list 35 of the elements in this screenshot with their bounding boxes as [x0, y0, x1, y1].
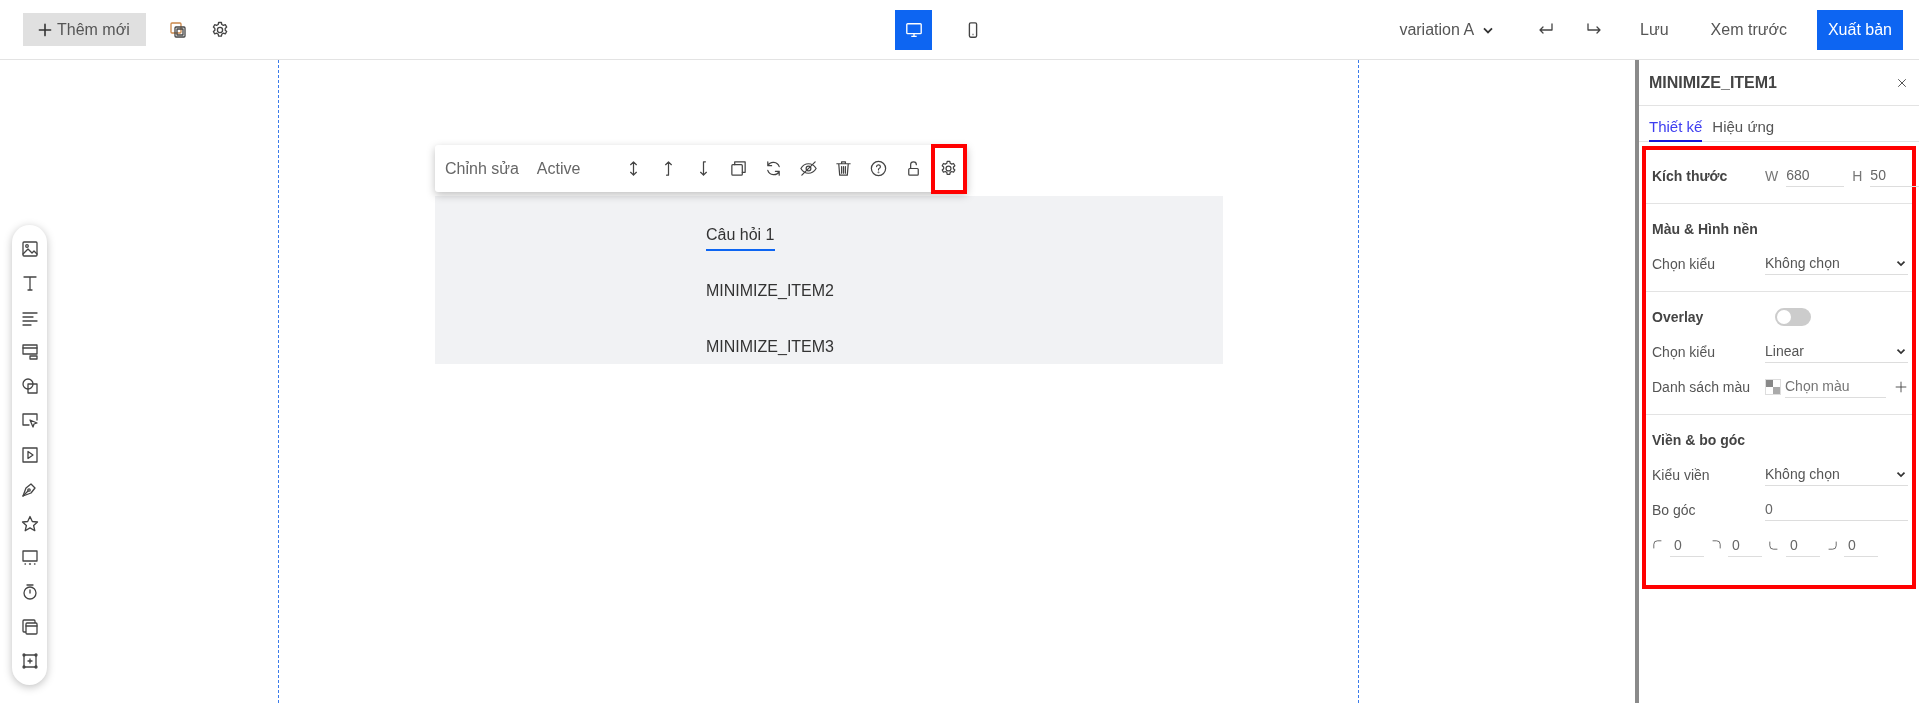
edit-button[interactable]: Chỉnh sửa	[445, 159, 527, 178]
field-label: Danh sách màu	[1652, 378, 1752, 395]
border-style-dropdown[interactable]: Không chọn	[1765, 463, 1908, 486]
corner-radius-field[interactable]: 0	[1728, 533, 1762, 557]
corner-radius-field[interactable]: 0	[1844, 533, 1878, 557]
width-label: W	[1765, 167, 1779, 184]
width-field[interactable]: 680	[1786, 164, 1845, 187]
save-button[interactable]: Lưu	[1634, 19, 1675, 40]
panel-tab[interactable]: Hiệu ứng	[1712, 116, 1775, 142]
publish-button[interactable]: Xuất bản	[1816, 9, 1903, 50]
state-button[interactable]: Active	[536, 159, 589, 178]
form-item-text[interactable]: MINIMIZE_ITEM2	[706, 283, 834, 299]
form-item-text[interactable]: Câu hỏi 1	[706, 227, 775, 251]
field-label: Bo góc	[1652, 501, 1697, 518]
corner-radius-field[interactable]: 0	[1786, 533, 1820, 557]
style-dropdown[interactable]: Linear	[1765, 340, 1908, 363]
variation-dropdown[interactable]: variation A	[1393, 19, 1503, 40]
height-field[interactable]: 50	[1870, 164, 1919, 187]
field-label: Chọn kiểu	[1652, 255, 1717, 272]
radius-field[interactable]: 0	[1765, 498, 1908, 521]
preview-button[interactable]: Xem trước	[1704, 19, 1793, 40]
panel-tab[interactable]: Thiết kế	[1649, 116, 1703, 142]
corner-radius-field[interactable]: 0	[1670, 533, 1704, 557]
section-title: Overlay	[1652, 309, 1705, 325]
add-new-button[interactable]: Thêm mới	[23, 13, 146, 46]
style-dropdown[interactable]: Không chọn	[1765, 252, 1908, 275]
panel-title: MINIMIZE_ITEM1	[1649, 73, 1777, 92]
section-title: Viền & bo góc	[1652, 432, 1747, 448]
section-title: Kích thước	[1652, 167, 1729, 184]
section-title: Màu & Hình nền	[1652, 221, 1759, 237]
color-field[interactable]: Chọn màu	[1785, 375, 1886, 398]
height-label: H	[1852, 167, 1863, 184]
field-label: Kiểu viền	[1652, 466, 1711, 483]
form-item-text[interactable]: MINIMIZE_ITEM3	[706, 339, 834, 355]
field-label: Chọn kiểu	[1652, 343, 1717, 360]
